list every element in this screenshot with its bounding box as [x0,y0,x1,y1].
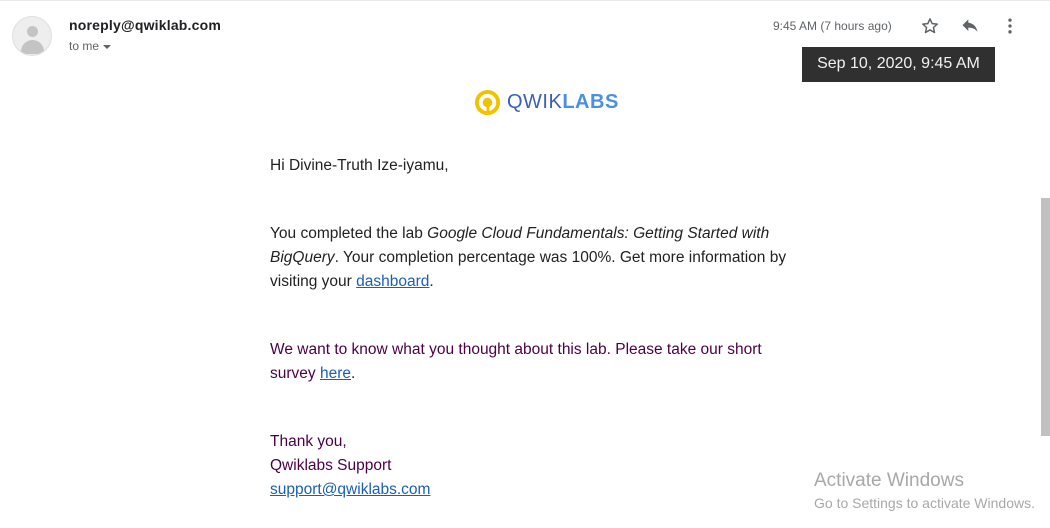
survey-text-end: . [351,365,356,382]
caret-down-icon [103,44,112,49]
more-vert-icon [1008,18,1012,34]
survey-paragraph: We want to know what you thought about t… [270,338,795,386]
completion-paragraph: You completed the lab Google Cloud Funda… [270,222,805,294]
sign-off-thanks: Thank you, [270,433,347,450]
logo-text: QWIKLABS [507,91,619,114]
timestamp[interactable]: 9:45 AM (7 hours ago) [773,19,892,33]
star-button[interactable] [918,14,942,38]
reply-icon [962,19,978,32]
dashboard-link[interactable]: dashboard [356,273,429,290]
scrollbar-thumb[interactable] [1041,198,1050,436]
recipient-toggle[interactable]: to me [69,39,112,53]
recipient-label: to me [69,39,100,53]
survey-link[interactable]: here [320,365,351,382]
more-options-button[interactable] [998,14,1022,38]
timestamp-tooltip: Sep 10, 2020, 9:45 AM [802,47,995,82]
completion-text-end: . [429,273,434,290]
qwiklabs-logo-icon [474,89,501,115]
person-icon-body [21,40,44,54]
sign-off-name: Qwiklabs Support [270,457,392,474]
logo-text-part1: QWIK [507,90,563,113]
greeting: Hi Divine-Truth Ize-iyamu, [270,157,449,174]
activate-windows-subtitle: Go to Settings to activate Windows. [814,495,1035,511]
qwiklabs-logo: QWIKLABS [474,88,619,116]
person-icon-head [27,26,38,37]
support-email-link[interactable]: support@qwiklabs.com [270,481,430,498]
star-icon [922,18,938,34]
sender-avatar[interactable] [12,16,52,56]
activate-windows-title: Activate Windows [814,470,964,491]
completion-text-2: . Your completion percentage was 100%. G… [270,249,787,290]
sender-email[interactable]: noreply@qwiklab.com [69,17,221,33]
support-email-line: support@qwiklabs.com [270,478,810,502]
completion-text-1: You completed the lab [270,225,428,242]
logo-text-part2: LABS [562,90,619,113]
top-divider [0,0,1050,1]
reply-button[interactable] [958,14,982,38]
